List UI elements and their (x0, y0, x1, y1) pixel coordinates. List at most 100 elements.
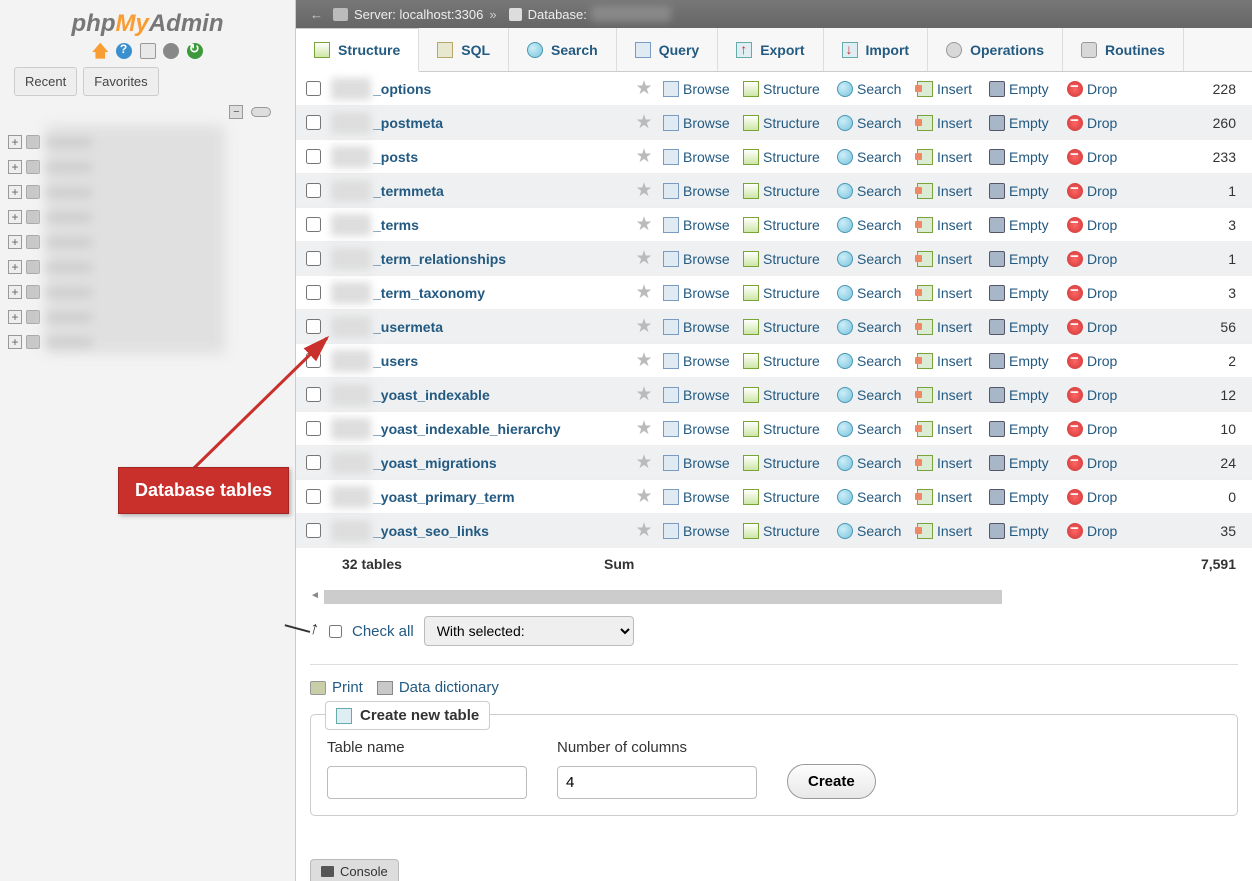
insert-link[interactable]: Insert (917, 251, 981, 267)
search-link[interactable]: Search (837, 115, 909, 131)
expand-icon[interactable]: + (8, 135, 22, 149)
insert-link[interactable]: Insert (917, 183, 981, 199)
with-selected-dropdown[interactable]: With selected: (424, 616, 634, 646)
num-columns-input[interactable] (557, 766, 757, 799)
insert-link[interactable]: Insert (917, 523, 981, 539)
table-name-link[interactable]: _yoast_seo_links (373, 523, 633, 539)
favorite-star-icon[interactable]: ★ (633, 417, 655, 440)
browse-link[interactable]: Browse (663, 217, 735, 233)
search-link[interactable]: Search (837, 421, 909, 437)
tab-routines[interactable]: Routines (1063, 28, 1184, 71)
expand-icon[interactable]: + (8, 310, 22, 324)
drop-link[interactable]: Drop (1067, 251, 1127, 267)
insert-link[interactable]: Insert (917, 319, 981, 335)
table-name-link[interactable]: _options (373, 81, 633, 97)
favorite-star-icon[interactable]: ★ (633, 315, 655, 338)
favorite-star-icon[interactable]: ★ (633, 281, 655, 304)
favorites-tab[interactable]: Favorites (83, 67, 158, 96)
table-name-link[interactable]: _termmeta (373, 183, 633, 199)
drop-link[interactable]: Drop (1067, 489, 1127, 505)
create-button[interactable]: Create (787, 764, 876, 799)
search-link[interactable]: Search (837, 353, 909, 369)
console-tab[interactable]: Console (310, 859, 399, 881)
favorite-star-icon[interactable]: ★ (633, 451, 655, 474)
structure-link[interactable]: Structure (743, 387, 829, 403)
row-checkbox[interactable] (306, 217, 321, 232)
structure-link[interactable]: Structure (743, 183, 829, 199)
row-checkbox[interactable] (306, 149, 321, 164)
search-link[interactable]: Search (837, 319, 909, 335)
structure-link[interactable]: Structure (743, 81, 829, 97)
table-name-input[interactable] (327, 766, 527, 799)
insert-link[interactable]: Insert (917, 217, 981, 233)
print-link[interactable]: Print (310, 679, 363, 696)
favorite-star-icon[interactable]: ★ (633, 349, 655, 372)
collapse-all-icon[interactable]: − (229, 105, 243, 119)
expand-icon[interactable]: + (8, 335, 22, 349)
drop-link[interactable]: Drop (1067, 149, 1127, 165)
empty-link[interactable]: Empty (989, 455, 1059, 471)
browse-link[interactable]: Browse (663, 285, 735, 301)
browse-link[interactable]: Browse (663, 81, 735, 97)
favorite-star-icon[interactable]: ★ (633, 485, 655, 508)
structure-link[interactable]: Structure (743, 251, 829, 267)
row-checkbox[interactable] (306, 285, 321, 300)
structure-link[interactable]: Structure (743, 115, 829, 131)
row-checkbox[interactable] (306, 353, 321, 368)
drop-link[interactable]: Drop (1067, 421, 1127, 437)
breadcrumb-server[interactable]: Server: localhost:3306 (354, 7, 483, 22)
browse-link[interactable]: Browse (663, 149, 735, 165)
database-node-label[interactable]: xxxxxxx (46, 184, 287, 199)
help-icon[interactable] (116, 43, 132, 59)
scroll-left-icon[interactable]: ◄ (310, 590, 320, 601)
table-name-link[interactable]: _usermeta (373, 319, 633, 335)
check-all-label[interactable]: Check all (352, 623, 414, 640)
empty-link[interactable]: Empty (989, 523, 1059, 539)
favorite-star-icon[interactable]: ★ (633, 179, 655, 202)
home-icon[interactable] (92, 43, 108, 59)
tab-export[interactable]: Export (718, 28, 823, 71)
tab-sql[interactable]: SQL (419, 28, 509, 71)
empty-link[interactable]: Empty (989, 353, 1059, 369)
empty-link[interactable]: Empty (989, 217, 1059, 233)
table-name-link[interactable]: _yoast_primary_term (373, 489, 633, 505)
browse-link[interactable]: Browse (663, 353, 735, 369)
sql-icon[interactable] (140, 43, 156, 59)
browse-link[interactable]: Browse (663, 455, 735, 471)
insert-link[interactable]: Insert (917, 421, 981, 437)
search-link[interactable]: Search (837, 387, 909, 403)
row-checkbox[interactable] (306, 523, 321, 538)
table-name-link[interactable]: _posts (373, 149, 633, 165)
recent-tab[interactable]: Recent (14, 67, 77, 96)
search-link[interactable]: Search (837, 251, 909, 267)
breadcrumb-database[interactable]: Database: (528, 7, 587, 22)
database-node-label[interactable]: xxxxxxx (46, 159, 287, 174)
table-name-link[interactable]: _term_relationships (373, 251, 633, 267)
search-link[interactable]: Search (837, 285, 909, 301)
database-node-label[interactable]: xxxxxxx (46, 234, 287, 249)
browse-link[interactable]: Browse (663, 115, 735, 131)
search-link[interactable]: Search (837, 489, 909, 505)
drop-link[interactable]: Drop (1067, 387, 1127, 403)
empty-link[interactable]: Empty (989, 251, 1059, 267)
empty-link[interactable]: Empty (989, 285, 1059, 301)
browse-link[interactable]: Browse (663, 387, 735, 403)
database-node-label[interactable]: xxxxxxx (46, 334, 287, 349)
favorite-star-icon[interactable]: ★ (633, 111, 655, 134)
search-link[interactable]: Search (837, 455, 909, 471)
drop-link[interactable]: Drop (1067, 217, 1127, 233)
drop-link[interactable]: Drop (1067, 319, 1127, 335)
tab-operations[interactable]: Operations (928, 28, 1063, 71)
scroll-track[interactable] (324, 590, 1002, 604)
drop-link[interactable]: Drop (1067, 523, 1127, 539)
favorite-star-icon[interactable]: ★ (633, 383, 655, 406)
link-icon[interactable] (251, 107, 271, 117)
expand-icon[interactable]: + (8, 235, 22, 249)
database-node-label[interactable]: xxxxxxx (46, 259, 287, 274)
expand-icon[interactable]: + (8, 285, 22, 299)
insert-link[interactable]: Insert (917, 387, 981, 403)
row-checkbox[interactable] (306, 251, 321, 266)
check-all-checkbox[interactable] (329, 625, 342, 638)
tab-search[interactable]: Search (509, 28, 617, 71)
search-link[interactable]: Search (837, 217, 909, 233)
